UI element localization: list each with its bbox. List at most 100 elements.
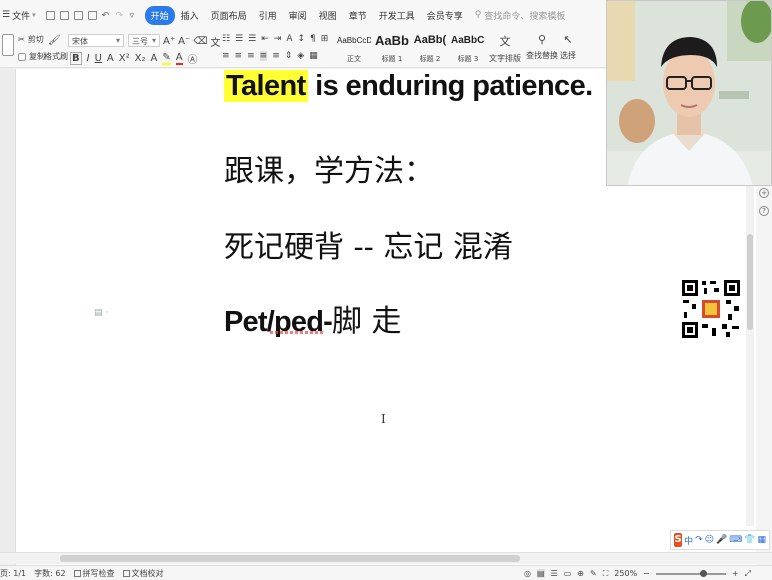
zoom-slider[interactable] <box>655 569 726 577</box>
select-button[interactable]: ↖ 选择 <box>560 33 576 61</box>
underline-icon[interactable]: U <box>95 53 102 64</box>
tab-member[interactable]: 会员专享 <box>421 6 469 25</box>
style-label: 正文 <box>347 55 361 63</box>
number-list-icon[interactable]: ☰ <box>235 34 243 44</box>
globe-icon[interactable]: ⊕ <box>577 569 584 578</box>
print-icon[interactable] <box>73 10 83 20</box>
menu-grid-icon[interactable]: ▦ <box>757 535 766 545</box>
vertical-scroll-thumb[interactable] <box>747 234 753 330</box>
tab-view[interactable]: 视图 <box>313 6 343 25</box>
page-indicator[interactable]: 页: 1/1 <box>0 568 26 579</box>
align-left-icon[interactable]: ≡ <box>222 51 230 61</box>
style-heading-1[interactable]: AaBb 标题 1 <box>375 32 409 64</box>
undo-icon[interactable]: ↶ <box>102 11 111 21</box>
search-icon: ⚲ <box>537 33 547 46</box>
tab-review[interactable]: 审阅 <box>283 6 313 25</box>
table-icon[interactable]: ⊞ <box>321 34 329 44</box>
emoji-icon[interactable]: ☺ <box>705 535 714 545</box>
file-menu[interactable]: ☰ 文件 ▾ <box>0 9 40 22</box>
format-painter-button[interactable]: 格式刷 <box>44 51 68 62</box>
tab-insert[interactable]: 插入 <box>175 6 205 25</box>
find-replace-button[interactable]: ⚲ 查找替换 <box>526 33 558 61</box>
vertical-scrollbar[interactable] <box>746 186 754 526</box>
spell-check-toggle[interactable]: 拼写检查 <box>73 568 115 579</box>
qr-code-image <box>680 278 742 340</box>
font-color-icon[interactable]: A <box>175 52 183 65</box>
align-center-icon[interactable]: ≡ <box>235 51 243 61</box>
paragraph-handle-icon[interactable]: ▤ · <box>94 308 108 318</box>
clear-format-icon[interactable]: ⌫ <box>193 36 207 47</box>
style-normal[interactable]: AaBbCcDd 正文 <box>337 32 371 64</box>
redo-icon[interactable]: ↷ <box>116 11 125 21</box>
sort-icon[interactable]: ↕ <box>298 34 306 44</box>
help-icon[interactable]: ? <box>759 206 769 216</box>
cut-button[interactable]: ✂ 剪切 <box>18 34 44 45</box>
subscript-icon[interactable]: X₂ <box>135 53 146 64</box>
fullscreen-icon[interactable]: ⤢ <box>745 569 751 579</box>
show-marks-icon[interactable]: ¶ <box>310 34 316 44</box>
justify-icon[interactable]: ≡ <box>259 51 268 61</box>
grow-font-icon[interactable]: A⁺ <box>163 36 175 47</box>
paste-button[interactable] <box>2 34 14 56</box>
borders-icon[interactable]: ▦ <box>309 51 318 61</box>
distributed-icon[interactable]: ≡ <box>272 51 280 61</box>
ime-mode-chinese[interactable]: 中 <box>684 534 693 547</box>
superscript-icon[interactable]: X² <box>119 53 130 64</box>
sogou-logo-icon[interactable]: S <box>674 533 683 547</box>
tab-section[interactable]: 章节 <box>343 6 373 25</box>
shrink-font-icon[interactable]: A⁻ <box>178 36 190 47</box>
side-tool-icon[interactable]: + <box>759 188 769 198</box>
strikethrough-icon[interactable]: A <box>107 53 114 64</box>
chevron-down-icon: ▾ <box>32 11 36 19</box>
skin-icon[interactable]: 👕 <box>744 535 755 545</box>
eye-protect-icon[interactable]: ◎ <box>524 569 531 578</box>
punctuation-icon[interactable]: ↷ <box>695 535 703 545</box>
keyboard-icon[interactable]: ⌨ <box>729 535 742 545</box>
line-spacing-icon[interactable]: ⇕ <box>285 51 293 61</box>
bullet-list-icon[interactable]: ☷ <box>222 34 230 44</box>
multilevel-list-icon[interactable]: ☰ <box>248 34 256 44</box>
highlight-icon[interactable]: ✎ <box>162 52 171 65</box>
pinyin-icon[interactable]: 文 <box>210 34 220 49</box>
zoom-slider-knob[interactable] <box>699 569 707 577</box>
customize-icon[interactable]: ▿ <box>130 11 139 21</box>
font-size-select[interactable]: 三号 ▾ <box>128 34 160 47</box>
chinese-layout-icon[interactable]: A <box>286 34 292 44</box>
doc-proof-toggle[interactable]: 文档校对 <box>122 568 164 579</box>
zoom-fit-icon[interactable]: ⛶ <box>603 569 609 579</box>
shading-icon[interactable]: ◈ <box>297 51 304 61</box>
text-layout-button[interactable]: ⽂ 文字排版 <box>489 33 521 64</box>
italic-icon[interactable]: I <box>87 53 90 64</box>
format-painter-icon-btn[interactable]: 🖌 <box>48 35 61 46</box>
horizontal-scrollbar[interactable] <box>0 552 772 564</box>
bold-icon[interactable]: B <box>70 52 82 65</box>
style-heading-2[interactable]: AaBb( 标题 2 <box>413 32 447 64</box>
command-search[interactable]: ⚲ 查找命令、搜索模板 <box>475 9 566 22</box>
tab-developer[interactable]: 开发工具 <box>373 6 421 25</box>
align-right-icon[interactable]: ≡ <box>247 51 255 61</box>
web-view-icon[interactable]: ▭ <box>564 569 572 578</box>
font-name-select[interactable]: 宋体 ▾ <box>68 34 124 47</box>
tab-references[interactable]: 引用 <box>253 6 283 25</box>
print-preview-icon[interactable] <box>87 10 97 20</box>
tab-page-layout[interactable]: 页面布局 <box>205 6 253 25</box>
outline-view-icon[interactable]: ☰ <box>551 569 558 578</box>
text-effect-icon[interactable]: A <box>150 53 157 64</box>
page-view-icon[interactable]: ▤ <box>536 569 545 578</box>
style-sample: AaBbC( <box>451 35 485 46</box>
zoom-in-icon[interactable]: + <box>732 569 739 578</box>
microphone-icon[interactable]: 🎤 <box>716 535 727 545</box>
copy-button[interactable]: 复制 <box>18 51 45 62</box>
save-icon[interactable] <box>45 10 55 20</box>
decrease-indent-icon[interactable]: ⇤ <box>261 34 269 44</box>
zoom-out-icon[interactable]: − <box>643 569 650 578</box>
tab-home[interactable]: 开始 <box>144 5 175 25</box>
horizontal-scroll-thumb[interactable] <box>60 555 520 562</box>
char-border-icon[interactable]: Ⓐ <box>188 51 198 66</box>
increase-indent-icon[interactable]: ⇥ <box>274 34 282 44</box>
word-count[interactable]: 字数: 62 <box>34 568 65 579</box>
pen-icon[interactable]: ✎ <box>590 569 597 578</box>
export-icon[interactable] <box>59 10 69 20</box>
style-heading-3[interactable]: AaBbC( 标题 3 <box>451 32 485 64</box>
zoom-level[interactable]: 250% <box>614 569 637 578</box>
